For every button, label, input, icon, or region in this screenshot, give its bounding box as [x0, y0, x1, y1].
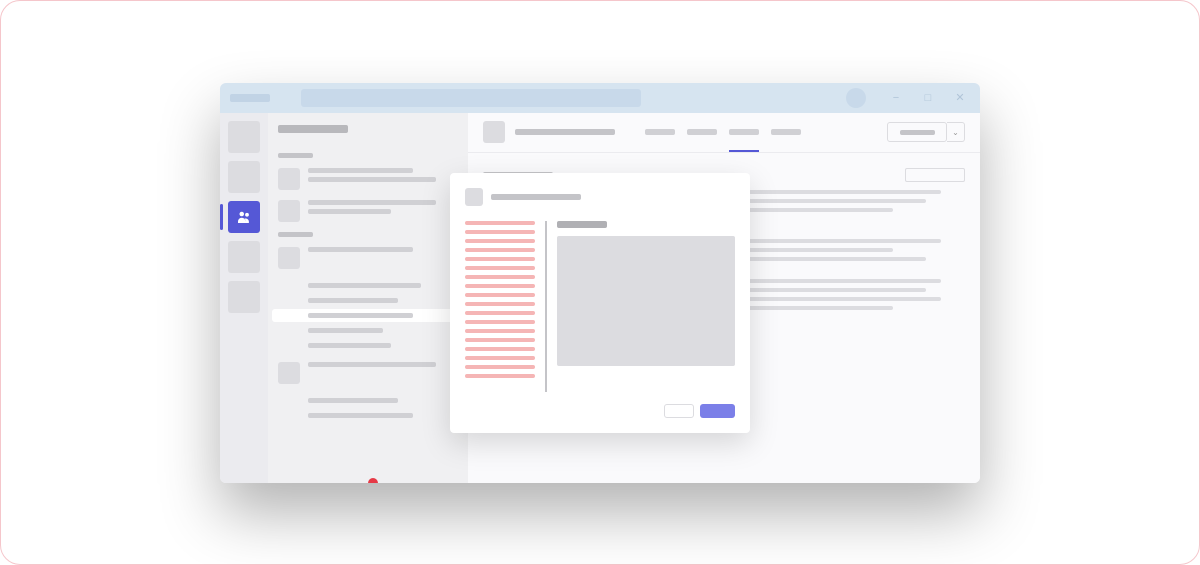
channel-title: [515, 129, 615, 135]
channel-item[interactable]: [278, 324, 458, 337]
app-window: − □ ✕: [220, 83, 980, 483]
teams-icon: [235, 208, 253, 226]
modal-nav-item[interactable]: [465, 329, 535, 333]
notification-badge: [368, 478, 378, 483]
modal-nav-list: [465, 221, 535, 392]
modal-nav-item[interactable]: [465, 266, 535, 270]
confirm-button[interactable]: [700, 404, 735, 418]
modal-nav-item[interactable]: [465, 374, 535, 378]
tab-files[interactable]: [687, 129, 717, 135]
modal-preview: [545, 221, 735, 392]
channel-item[interactable]: [278, 394, 458, 407]
modal-nav-item[interactable]: [465, 221, 535, 225]
cancel-button[interactable]: [664, 404, 694, 418]
modal-nav-item[interactable]: [465, 257, 535, 261]
rail-chat[interactable]: [228, 161, 260, 193]
modal-nav-item[interactable]: [465, 347, 535, 351]
modal-nav-item[interactable]: [465, 338, 535, 342]
channel-tabs: [645, 129, 801, 135]
rail-teams[interactable]: [228, 201, 260, 233]
modal-nav-item[interactable]: [465, 230, 535, 234]
modal-header: [465, 188, 735, 206]
sidebar: [268, 113, 468, 483]
team-avatar: [278, 200, 300, 222]
modal-nav-item[interactable]: [465, 275, 535, 279]
meet-dropdown[interactable]: ⌄: [947, 122, 965, 142]
channel-icon: [483, 121, 505, 143]
modal-footer: [465, 404, 735, 418]
modal-nav-item[interactable]: [465, 248, 535, 252]
message-action-button[interactable]: [905, 168, 965, 182]
channel-item[interactable]: [278, 294, 458, 307]
minimize-button[interactable]: −: [886, 91, 906, 105]
modal-icon: [465, 188, 483, 206]
channel-item[interactable]: [278, 339, 458, 352]
tab-more[interactable]: [771, 129, 801, 135]
modal-nav-item[interactable]: [465, 365, 535, 369]
sidebar-section-pinned: [278, 153, 313, 158]
team-item[interactable]: [278, 168, 458, 190]
team-item[interactable]: [278, 247, 458, 269]
team-avatar: [278, 168, 300, 190]
modal-nav-item[interactable]: [465, 320, 535, 324]
sidebar-title: [278, 125, 348, 133]
team-avatar: [278, 362, 300, 384]
app-logo: [230, 94, 270, 102]
maximize-button[interactable]: □: [918, 91, 938, 105]
modal-title: [491, 194, 581, 200]
user-avatar[interactable]: [846, 88, 866, 108]
close-button[interactable]: ✕: [950, 91, 970, 105]
app-rail: [220, 113, 268, 483]
team-item[interactable]: [278, 362, 458, 384]
modal-dialog: [450, 173, 750, 433]
sidebar-section-yourteams: [278, 232, 313, 237]
modal-body: [465, 221, 735, 392]
tab-wiki[interactable]: [729, 129, 759, 135]
window-controls: − □ ✕: [886, 91, 970, 105]
modal-nav-item[interactable]: [465, 302, 535, 306]
team-avatar: [278, 247, 300, 269]
search-input[interactable]: [301, 89, 641, 107]
channel-item[interactable]: [278, 409, 458, 422]
tab-posts[interactable]: [645, 129, 675, 135]
channel-item[interactable]: [278, 279, 458, 292]
modal-nav-item[interactable]: [465, 239, 535, 243]
meet-button[interactable]: [887, 122, 947, 142]
rail-activity[interactable]: [228, 121, 260, 153]
modal-nav-item[interactable]: [465, 293, 535, 297]
modal-subtitle: [557, 221, 607, 228]
rail-calendar[interactable]: [228, 241, 260, 273]
channel-item-selected[interactable]: [272, 309, 458, 322]
rail-apps[interactable]: [228, 281, 260, 313]
titlebar: − □ ✕: [220, 83, 980, 113]
content-header: ⌄: [468, 113, 980, 153]
modal-nav-item[interactable]: [465, 356, 535, 360]
team-item[interactable]: [278, 200, 458, 222]
modal-preview-image: [557, 236, 735, 366]
modal-nav-item[interactable]: [465, 311, 535, 315]
modal-nav-item[interactable]: [465, 284, 535, 288]
